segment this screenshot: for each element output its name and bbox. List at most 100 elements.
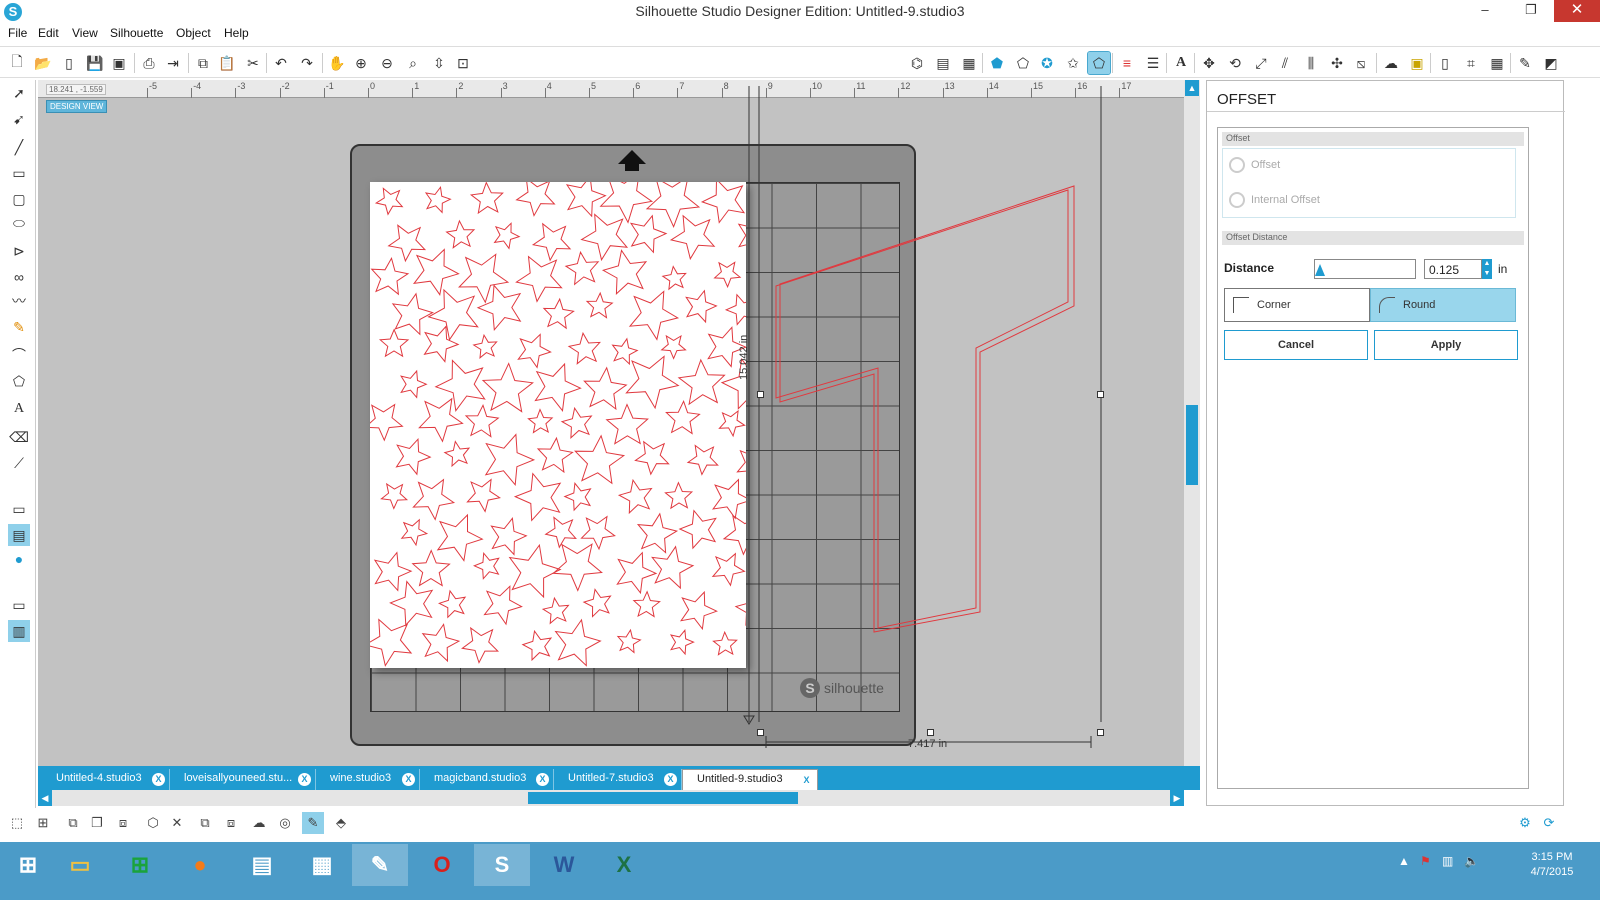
corner-style-corner[interactable]: Corner	[1224, 288, 1370, 322]
send-to-silhouette-icon[interactable]: ⇥	[162, 52, 184, 74]
tab-close-icon[interactable]: X	[664, 773, 677, 786]
ellipse-tool-icon[interactable]: ⬭	[8, 212, 30, 234]
rounded-rect-tool-icon[interactable]: ▢	[8, 188, 30, 210]
text-style-icon[interactable]: A	[1170, 52, 1192, 74]
bring-to-front-icon[interactable]: ⧈	[112, 812, 134, 834]
design-view-icon[interactable]: ▭	[8, 498, 30, 520]
grid-view-icon[interactable]: ▥	[8, 620, 30, 642]
fit-to-page-icon[interactable]: ⊡	[452, 52, 474, 74]
opera-icon[interactable]: O	[414, 844, 470, 886]
design-canvas[interactable]: -5 -4 -3 -2 -1 0 1 2 3 4 5 6 7 8 9 10 11 12 13 14 15 16 17 18.…	[38, 80, 1200, 790]
apply-button[interactable]: Apply	[1374, 330, 1518, 360]
align-icon[interactable]: ⫼	[1300, 52, 1322, 74]
ungroup-icon[interactable]: ⊞	[32, 812, 54, 834]
distance-input[interactable]: 0.125	[1424, 259, 1482, 279]
eraser-tool-icon[interactable]: ⌫	[8, 426, 30, 448]
zoom-drag-icon[interactable]: ⇳	[428, 52, 450, 74]
release-compound-icon[interactable]: ❐	[86, 812, 108, 834]
selection-handle[interactable]	[1097, 391, 1104, 398]
store-view-icon[interactable]: ●	[8, 548, 30, 570]
gradient-icon[interactable]: ▤	[932, 52, 954, 74]
paint-icon[interactable]: ✎	[352, 844, 408, 886]
modify-icon[interactable]: ✣	[1326, 52, 1348, 74]
curve-tool-icon[interactable]: ∞	[8, 266, 30, 288]
action-center-icon[interactable]: ⚑	[1420, 854, 1431, 868]
tab-close-icon[interactable]: X	[152, 773, 165, 786]
redo-icon[interactable]: ↷	[296, 52, 318, 74]
knife-icon[interactable]: ⧅	[1350, 52, 1372, 74]
trace-icon[interactable]: ☰	[1142, 52, 1164, 74]
menu-edit[interactable]: Edit	[38, 26, 59, 40]
cut-settings-icon[interactable]: ✩	[1062, 52, 1084, 74]
menu-object[interactable]: Object	[176, 26, 211, 40]
undo-icon[interactable]: ↶	[270, 52, 292, 74]
select-tool-icon[interactable]: ➚	[8, 82, 30, 104]
arc-tool-icon[interactable]: ⌒	[8, 344, 30, 366]
windows-start-icon[interactable]: ⊞	[0, 844, 56, 886]
line-style-icon[interactable]: ⬠	[1012, 52, 1034, 74]
internal-offset-option[interactable]: Internal Offset	[1229, 192, 1320, 208]
library-view-icon[interactable]: ▤	[8, 524, 30, 546]
menu-help[interactable]: Help	[224, 26, 249, 40]
copy-icon[interactable]: ⧉	[192, 52, 214, 74]
control-panel-icon[interactable]: ▦	[294, 844, 350, 886]
scroll-right-icon[interactable]: ▶	[1170, 790, 1184, 806]
restore-button[interactable]: ❐	[1508, 0, 1554, 22]
pattern-icon[interactable]: ▦	[958, 52, 980, 74]
horizontal-scrollbar[interactable]: ◀ ▶	[38, 790, 1184, 806]
group-icon[interactable]: ⬚	[6, 812, 28, 834]
print-and-cut-icon[interactable]: ⌗	[1460, 52, 1482, 74]
point-edit-icon[interactable]: ✎	[302, 812, 324, 834]
cut-icon[interactable]: ✂	[242, 52, 264, 74]
save-selection-icon[interactable]: ▣	[108, 52, 130, 74]
regular-polygon-tool-icon[interactable]: ⬠	[8, 370, 30, 392]
firefox-icon[interactable]: ●	[172, 844, 228, 886]
store-icon[interactable]: ▣	[1406, 52, 1428, 74]
network-icon[interactable]: ▥	[1442, 854, 1453, 868]
volume-icon[interactable]: 🔈	[1464, 854, 1479, 868]
color-icon[interactable]: ✎	[1514, 52, 1536, 74]
store-icon[interactable]: ⊞	[112, 844, 168, 886]
compound-path-icon[interactable]: ⧉	[62, 812, 84, 834]
file-explorer-icon[interactable]: ▭	[52, 844, 108, 886]
selection-handle[interactable]	[757, 391, 764, 398]
tab-wine[interactable]: wine.studio3 X	[316, 769, 420, 790]
offset-icon[interactable]: ⬠	[1087, 51, 1111, 75]
save-icon[interactable]: 💾	[84, 52, 106, 74]
sketch-icon[interactable]: ▯	[1434, 52, 1456, 74]
knife-tool-icon[interactable]: ⟋	[8, 452, 30, 474]
excel-icon[interactable]: X	[596, 844, 652, 886]
system-clock[interactable]: 3:15 PM 4/7/2015	[1512, 850, 1592, 880]
rotate-icon[interactable]: ⟲	[1224, 52, 1246, 74]
horizontal-scroll-thumb[interactable]	[528, 792, 798, 804]
line-color-icon[interactable]: ⬟	[986, 52, 1008, 74]
tab-close-icon[interactable]: X	[298, 773, 311, 786]
tab-close-icon[interactable]: X	[800, 774, 813, 787]
polygon-tool-icon[interactable]: ⊳	[8, 240, 30, 262]
tab-close-icon[interactable]: X	[402, 773, 415, 786]
page-setup-icon[interactable]: ✪	[1036, 52, 1058, 74]
text-tool-icon[interactable]: A	[8, 398, 30, 420]
zoom-box-icon[interactable]: ⌕	[402, 52, 424, 74]
zoom-in-icon[interactable]: ⊕	[350, 52, 372, 74]
split-view-icon[interactable]: ▭	[8, 594, 30, 616]
selection-handle[interactable]	[1097, 729, 1104, 736]
scale-icon[interactable]: ⤢	[1250, 52, 1272, 74]
line-tool-icon[interactable]: ╱	[8, 136, 30, 158]
tab-untitled-9[interactable]: Untitled-9.studio3 X	[682, 769, 818, 790]
tab-close-icon[interactable]: X	[536, 773, 549, 786]
word-icon[interactable]: W	[536, 844, 592, 886]
fill-icon[interactable]: ☁	[248, 812, 270, 834]
offset-rings-icon[interactable]: ◎	[274, 812, 296, 834]
distance-spinner-icon[interactable]: ▲ ▼	[1482, 259, 1492, 279]
settings-icon[interactable]: ◩	[1540, 52, 1562, 74]
mirror-icon[interactable]: ⧈	[220, 812, 242, 834]
library-icon[interactable]: ☁	[1380, 52, 1402, 74]
pan-icon[interactable]: ✋	[326, 52, 348, 74]
distance-slider[interactable]	[1314, 259, 1416, 279]
tab-untitled-7[interactable]: Untitled-7.studio3 X	[554, 769, 682, 790]
fill-color-icon[interactable]: ⌬	[906, 52, 928, 74]
print-icon[interactable]: ⎙	[138, 52, 160, 74]
menu-silhouette[interactable]: Silhouette	[110, 26, 163, 40]
paste-icon[interactable]: 📋	[216, 52, 238, 74]
